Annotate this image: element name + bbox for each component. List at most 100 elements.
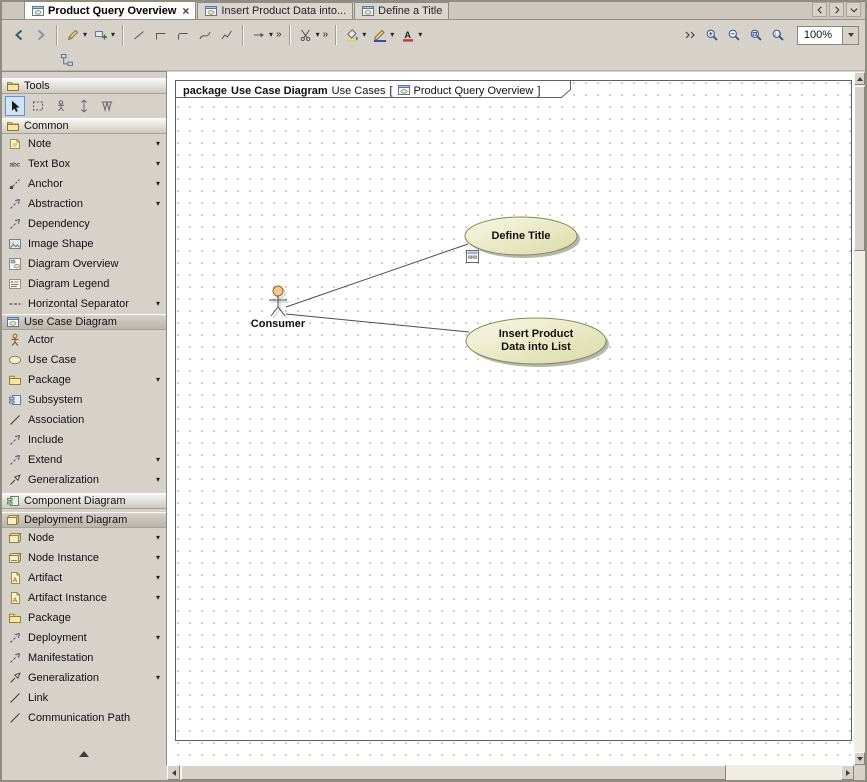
overflow-chevron-icon[interactable]: »	[323, 30, 329, 40]
actor-label[interactable]: Consumer	[233, 318, 323, 330]
tab-scroll-right-button[interactable]	[829, 2, 844, 17]
chevron-down-icon[interactable]: ▾	[83, 31, 87, 39]
palette-item-diagram-legend[interactable]: Diagram Legend	[2, 274, 166, 294]
palette-item-image-shape[interactable]: Image Shape	[2, 234, 166, 254]
palette-section-tools[interactable]: Tools	[2, 78, 166, 94]
tab-insert-product-data-into[interactable]: Insert Product Data into...	[197, 2, 353, 19]
palette-item-generalization[interactable]: Generalization ▾	[2, 668, 166, 688]
palette-item-package[interactable]: Package	[2, 608, 166, 628]
chevron-down-icon[interactable]: ▾	[156, 476, 160, 484]
chevron-down-icon[interactable]: ▾	[111, 31, 115, 39]
cut-path-button[interactable]: ▾ »	[295, 23, 332, 47]
diagram-structure-button[interactable]	[56, 48, 78, 72]
palette-item-dependency[interactable]: Dependency	[2, 214, 166, 234]
zoom-fit-button[interactable]	[745, 23, 767, 47]
chevron-down-icon[interactable]: ▾	[156, 300, 160, 308]
chevron-down-icon[interactable]: ▾	[156, 594, 160, 602]
palette-scroll-up-button[interactable]	[2, 751, 166, 757]
palette-item-actor[interactable]: Actor	[2, 330, 166, 350]
vertical-scrollbar[interactable]	[854, 72, 865, 765]
scroll-right-button[interactable]	[841, 765, 854, 780]
selection-tool-button[interactable]	[5, 96, 25, 116]
chevron-down-icon[interactable]	[842, 27, 858, 44]
chevron-down-icon[interactable]: ▾	[156, 200, 160, 208]
toolbar-overflow-button[interactable]	[679, 23, 701, 47]
zoom-out-button[interactable]	[723, 23, 745, 47]
chevron-down-icon[interactable]: ▾	[156, 160, 160, 168]
scroll-up-button[interactable]	[854, 72, 865, 85]
palette-item-note[interactable]: Note ▾	[2, 134, 166, 154]
palette-item-generalization[interactable]: Generalization ▾	[2, 470, 166, 490]
chevron-down-icon[interactable]: ▾	[418, 31, 422, 39]
zoom-in-button[interactable]	[701, 23, 723, 47]
chevron-down-icon[interactable]: ▾	[156, 180, 160, 188]
palette-item-manifestation[interactable]: Manifestation	[2, 648, 166, 668]
use-case-insert-product-label[interactable]: Insert Product Data into List	[466, 328, 606, 354]
palette-item-subsystem[interactable]: Subsystem	[2, 390, 166, 410]
close-icon[interactable]: ×	[182, 6, 189, 16]
chevron-down-icon[interactable]: ▾	[156, 674, 160, 682]
zigzag-path-button[interactable]	[216, 23, 238, 47]
chevron-down-icon[interactable]: ▾	[362, 31, 366, 39]
oblique-path-button[interactable]	[128, 23, 150, 47]
palette-item-diagram-overview[interactable]: Diagram Overview	[2, 254, 166, 274]
font-color-button[interactable]: A ▾	[397, 23, 425, 47]
distribute-tool-button[interactable]	[97, 96, 117, 116]
palette-item-node[interactable]: Node ▾	[2, 528, 166, 548]
sticky-tool-button[interactable]	[51, 96, 71, 116]
palette-item-communication-path[interactable]: Communication Path	[2, 708, 166, 728]
palette-item-extend[interactable]: Extend ▾	[2, 450, 166, 470]
tab-list-button[interactable]	[846, 2, 861, 17]
palette-item-horizontal-separator[interactable]: Horizontal Separator ▾	[2, 294, 166, 314]
palette-item-anchor[interactable]: Anchor ▾	[2, 174, 166, 194]
element-creation-button[interactable]: ▾	[62, 23, 90, 47]
palette-item-deployment[interactable]: Deployment ▾	[2, 628, 166, 648]
scroll-down-button[interactable]	[854, 752, 865, 765]
palette-section-component-diagram[interactable]: Component Diagram	[2, 493, 166, 509]
diagram-canvas[interactable]: packageUse Case DiagramUse Cases[Product…	[167, 72, 854, 765]
zoom-level-combobox[interactable]: 100%	[797, 26, 859, 45]
marquee-tool-button[interactable]	[28, 96, 48, 116]
association-line[interactable]	[286, 244, 468, 307]
chevron-down-icon[interactable]: ▾	[156, 574, 160, 582]
actor-consumer[interactable]	[269, 286, 289, 318]
line-color-button[interactable]: ▾	[369, 23, 397, 47]
forward-button[interactable]	[30, 23, 52, 47]
palette-section-deployment-diagram[interactable]: Deployment Diagram	[2, 512, 166, 528]
chevron-down-icon[interactable]: ▾	[269, 31, 273, 39]
horizontal-scrollbar[interactable]	[167, 765, 854, 780]
overflow-chevron-icon[interactable]: »	[276, 30, 282, 40]
path-arrow-style-button[interactable]: ▾ »	[248, 23, 285, 47]
palette-section-common[interactable]: Common	[2, 118, 166, 134]
curved-path-button[interactable]	[194, 23, 216, 47]
use-case-define-title-label[interactable]: Define Title	[461, 230, 581, 243]
chevron-down-icon[interactable]: ▾	[156, 456, 160, 464]
palette-item-association[interactable]: Association	[2, 410, 166, 430]
chevron-down-icon[interactable]: ▾	[156, 534, 160, 542]
palette-item-artifact[interactable]: A Artifact ▾	[2, 568, 166, 588]
chevron-down-icon[interactable]: ▾	[390, 31, 394, 39]
fill-color-button[interactable]: ▾	[341, 23, 369, 47]
palette-item-abstraction[interactable]: Abstraction ▾	[2, 194, 166, 214]
palette-item-link[interactable]: Link	[2, 688, 166, 708]
chevron-down-icon[interactable]: ▾	[156, 634, 160, 642]
palette-item-include[interactable]: Include	[2, 430, 166, 450]
chevron-down-icon[interactable]: ▾	[156, 554, 160, 562]
diagram-frame[interactable]	[176, 81, 852, 741]
palette-item-node-instance[interactable]: Node Instance ▾	[2, 548, 166, 568]
scroll-left-button[interactable]	[167, 765, 180, 780]
palette-item-artifact-instance[interactable]: A Artifact Instance ▾	[2, 588, 166, 608]
tab-product-query-overview[interactable]: Product Query Overview ×	[24, 1, 196, 19]
palette-item-text-box[interactable]: abc Text Box ▾	[2, 154, 166, 174]
horizontal-scroll-thumb[interactable]	[181, 765, 726, 780]
rounded-path-button[interactable]	[172, 23, 194, 47]
diagram-link-icon[interactable]	[466, 250, 479, 263]
zoom-original-button[interactable]: 1:1	[767, 23, 789, 47]
align-tool-button[interactable]	[74, 96, 94, 116]
relation-creation-button[interactable]: ▾	[90, 23, 118, 47]
vertical-scroll-thumb[interactable]	[854, 86, 865, 251]
tab-scroll-left-button[interactable]	[812, 2, 827, 17]
palette-section-use-case-diagram[interactable]: Use Case Diagram	[2, 314, 166, 330]
chevron-down-icon[interactable]: ▾	[316, 31, 320, 39]
chevron-down-icon[interactable]: ▾	[156, 376, 160, 384]
